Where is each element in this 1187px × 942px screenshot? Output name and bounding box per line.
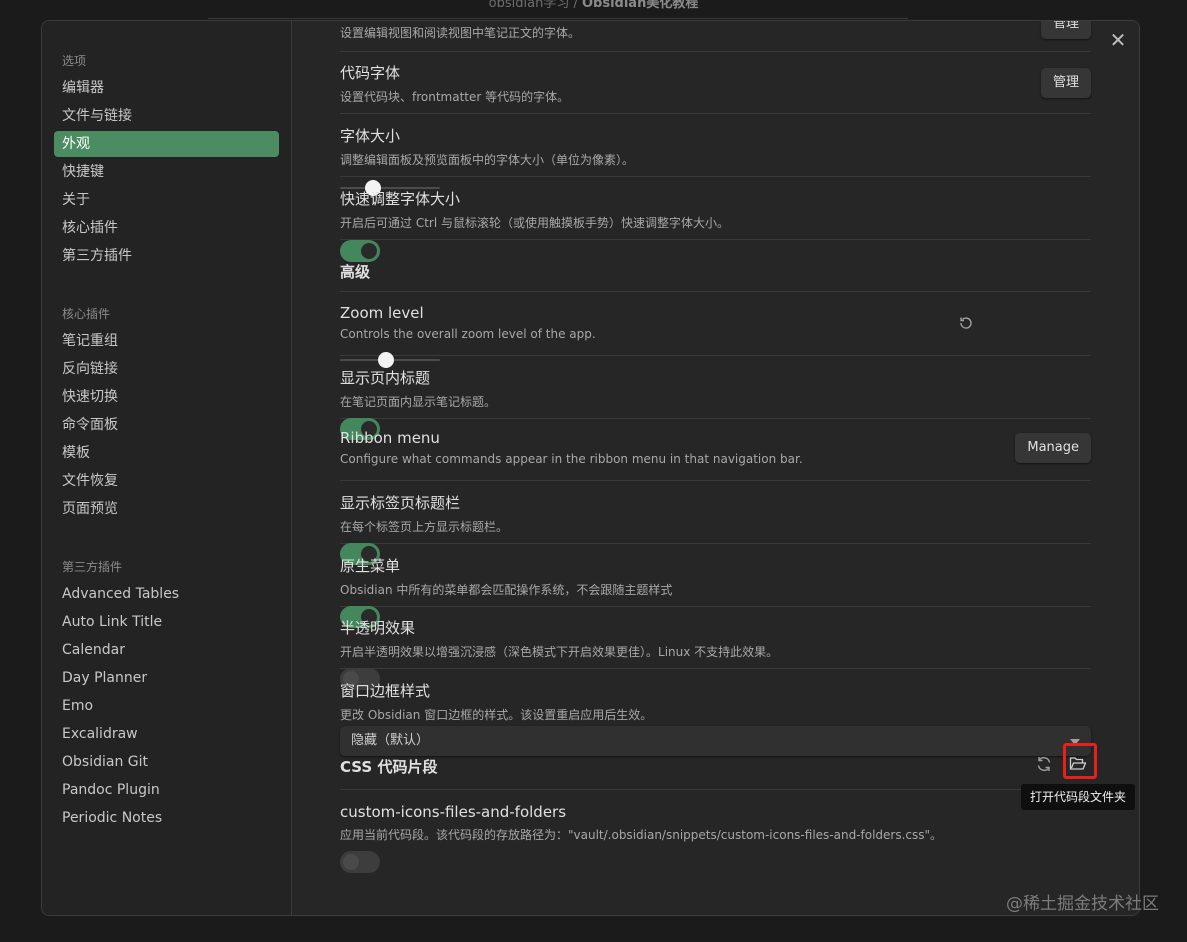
sidebar-item-auto-link-title[interactable]: Auto Link Title [54,609,279,635]
sidebar-item-quick-switcher[interactable]: 快速切换 [54,384,279,410]
toggle-knob [343,854,359,870]
sidebar-item-editor[interactable]: 编辑器 [54,75,279,101]
reset-icon[interactable] [951,308,981,338]
setting-code-font: 代码字体 设置代码块、frontmatter 等代码的字体。 管理 [340,62,1091,114]
setting-name: 显示页内标题 [340,369,431,387]
setting-name: Ribbon menu [340,429,440,447]
tooltip: 打开代码段文件夹 [1021,784,1136,810]
section-heading-advanced: 高级 [340,261,1091,292]
sidebar-heading: 第三方插件 [62,560,123,574]
titlebar-divider [208,18,908,19]
section-title-text: CSS 代码片段 [340,758,438,776]
setting-snippet-custom-icons: custom-icons-files-and-folders 应用当前代码段。该… [340,803,1091,873]
setting-native-menu: 原生菜单 Obsidian 中所有的菜单都会匹配操作系统，不会跟随主题样式 [340,555,1091,628]
setting-name: 显示标签页标题栏 [340,494,461,512]
setting-name: 原生菜单 [340,557,401,575]
setting-frame-style: 窗口边框样式 更改 Obsidian 窗口边框的样式。该设置重启应用后生效。 隐… [340,680,1091,756]
setting-desc: 在每个标签页上方显示标题栏。 [340,520,509,534]
sidebar-item-pandoc-plugin[interactable]: Pandoc Plugin [54,777,279,803]
sidebar-item-about[interactable]: 关于 [54,187,279,213]
settings-sidebar: 选项 编辑器 文件与链接 外观 快捷键 关于 核心插件 第三方插件 核心插件 笔… [42,21,292,915]
manage-ribbon-button[interactable]: Manage [1015,433,1091,463]
setting-quick-font-size: 快速调整字体大小 开启后可通过 Ctrl 与鼠标滚轮（或使用触摸板手势）快速调整… [340,188,1091,262]
quick-font-size-toggle[interactable] [340,240,380,262]
sidebar-item-excalidraw[interactable]: Excalidraw [54,721,279,747]
sidebar-item-note-composer[interactable]: 笔记重组 [54,328,279,354]
sidebar-item-emo[interactable]: Emo [54,693,279,719]
sidebar-group-options: 选项 编辑器 文件与链接 外观 快捷键 关于 核心插件 第三方插件 [42,47,291,271]
sidebar-item-templates[interactable]: 模板 [54,440,279,466]
setting-name: 快速调整字体大小 [340,190,461,208]
sidebar-item-command-palette[interactable]: 命令面板 [54,412,279,438]
setting-name: 代码字体 [340,64,401,82]
sidebar-item-core-plugins[interactable]: 核心插件 [54,215,279,241]
sidebar-item-calendar[interactable]: Calendar [54,637,279,663]
setting-ribbon-menu: Ribbon menu Configure what commands appe… [340,429,1091,481]
setting-name: custom-icons-files-and-folders [340,803,567,821]
annotation-highlight-box [1063,743,1097,779]
setting-desc: 设置代码块、frontmatter 等代码的字体。 [340,90,570,104]
sidebar-item-file-recovery[interactable]: 文件恢复 [54,468,279,494]
sidebar-group-community-plugins: 第三方插件 Advanced Tables Auto Link Title Ca… [42,553,291,833]
setting-name: 字体大小 [340,127,401,145]
manage-code-font-button[interactable]: 管理 [1040,68,1091,98]
sidebar-item-files-links[interactable]: 文件与链接 [54,103,279,129]
setting-desc: 应用当前代码段。该代码段的存放路径为："vault/.obsidian/snip… [340,828,943,842]
setting-tab-title-bar: 显示标签页标题栏 在每个标签页上方显示标题栏。 [340,492,1091,565]
setting-desc: 开启半透明效果以增强沉浸感（深色模式下开启效果更佳）。Linux 不支持此效果。 [340,645,779,659]
sidebar-heading: 选项 [62,54,87,68]
setting-inline-title: 显示页内标题 在笔记页面内显示笔记标题。 [340,367,1091,440]
snippet-toggle[interactable] [340,851,380,873]
setting-desc: Obsidian 中所有的菜单都会匹配操作系统，不会跟随主题样式 [340,583,673,597]
sidebar-item-day-planner[interactable]: Day Planner [54,665,279,691]
setting-name: 半透明效果 [340,619,416,637]
setting-font-size: 字体大小 调整编辑面板及预览面板中的字体大小（单位为像素）。 [340,125,1091,196]
sidebar-item-backlinks[interactable]: 反向链接 [54,356,279,382]
settings-modal: 选项 编辑器 文件与链接 外观 快捷键 关于 核心插件 第三方插件 核心插件 笔… [41,20,1140,916]
slider-thumb[interactable] [378,352,394,368]
sidebar-item-page-preview[interactable]: 页面预览 [54,496,279,522]
setting-zoom-level: Zoom level Controls the overall zoom lev… [340,304,1091,368]
window-title: obsidian学习 / Obsidian美化教程 [488,0,699,11]
setting-desc: 设置编辑视图和阅读视图中笔记正文的字体。 [340,26,581,40]
settings-content: 设置编辑视图和阅读视图中笔记正文的字体。 管理 代码字体 设置代码块、front… [292,21,1139,915]
setting-name: 窗口边框样式 [340,682,431,700]
setting-text-font: 设置编辑视图和阅读视图中笔记正文的字体。 管理 [340,21,1091,52]
select-value: 隐藏（默认） [351,733,430,748]
section-heading-css-snippets: CSS 代码片段 [340,756,1091,790]
setting-desc: Configure what commands appear in the ri… [340,452,803,466]
sidebar-heading: 核心插件 [62,307,111,321]
setting-desc: 在笔记页面内显示笔记标题。 [340,395,497,409]
sidebar-item-obsidian-git[interactable]: Obsidian Git [54,749,279,775]
sidebar-item-community-plugins[interactable]: 第三方插件 [54,243,279,269]
zoom-level-slider[interactable] [340,352,440,368]
sidebar-item-hotkeys[interactable]: 快捷键 [54,159,279,185]
toggle-knob [361,243,377,259]
setting-desc: 更改 Obsidian 窗口边框的样式。该设置重启应用后生效。 [340,708,653,722]
frame-style-select[interactable]: 隐藏（默认） [340,726,1091,756]
manage-text-font-button[interactable]: 管理 [1040,21,1091,39]
sidebar-item-advanced-tables[interactable]: Advanced Tables [54,581,279,607]
sidebar-group-core-plugins: 核心插件 笔记重组 反向链接 快速切换 命令面板 模板 文件恢复 页面预览 [42,300,291,524]
sidebar-item-periodic-notes[interactable]: Periodic Notes [54,805,279,831]
setting-translucency: 半透明效果 开启半透明效果以增强沉浸感（深色模式下开启效果更佳）。Linux 不… [340,617,1091,690]
reload-snippets-icon[interactable] [1029,749,1059,779]
setting-desc: 开启后可通过 Ctrl 与鼠标滚轮（或使用触摸板手势）快速调整字体大小。 [340,216,729,230]
setting-desc: 调整编辑面板及预览面板中的字体大小（单位为像素）。 [340,153,635,167]
watermark: @稀土掘金技术社区 [1006,894,1159,914]
sidebar-item-appearance[interactable]: 外观 [54,131,279,157]
